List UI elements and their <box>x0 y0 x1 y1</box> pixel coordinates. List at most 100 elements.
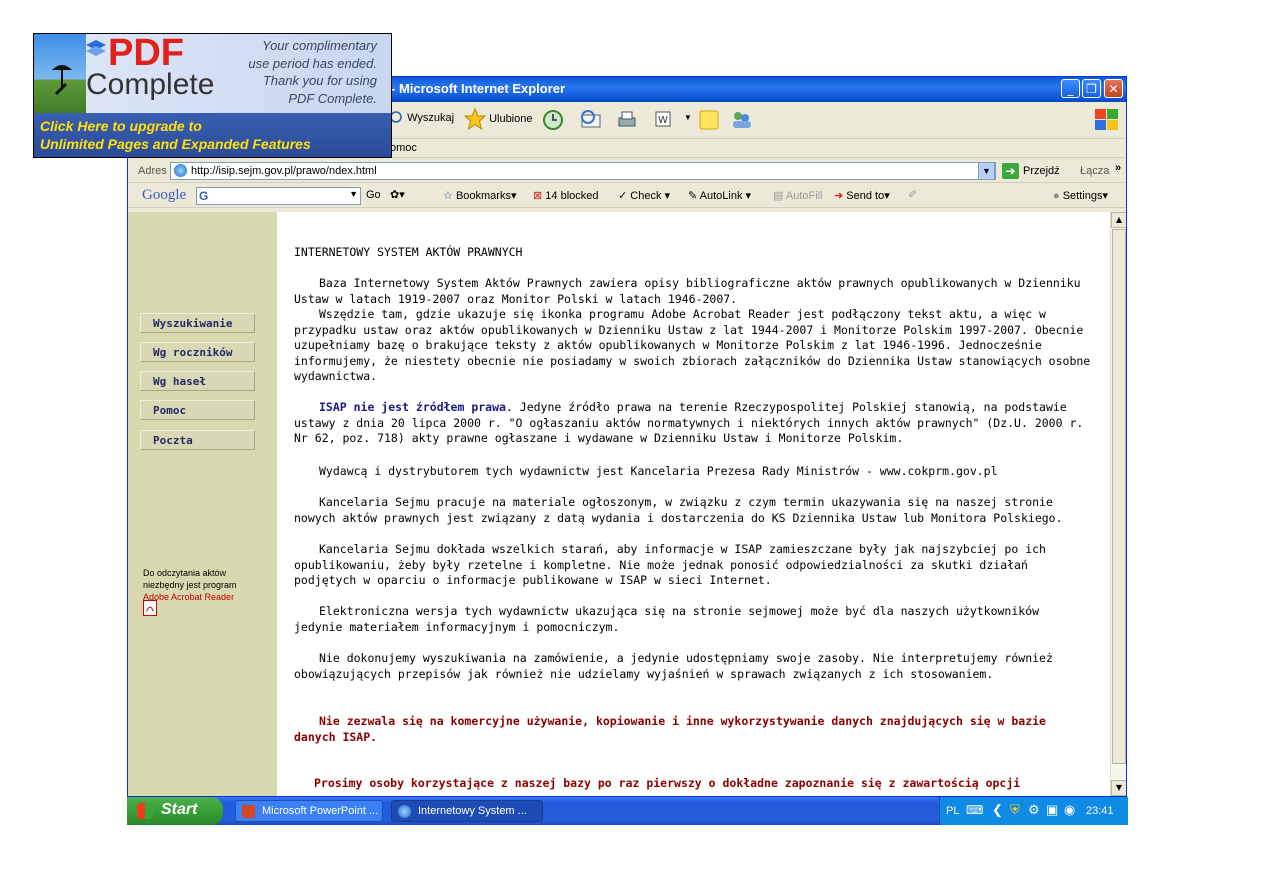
autolink-button[interactable]: ✎ AutoLink ▾ <box>688 189 751 202</box>
sidebar-item-wyszukiwanie[interactable]: Wyszukiwanie <box>140 313 255 333</box>
windows-logo-icon <box>1095 109 1118 130</box>
pdf-complete-banner[interactable]: PDF Complete Your complimentary use peri… <box>33 33 392 158</box>
sidebar-item-wg-hasel[interactable]: Wg haseł <box>140 371 255 391</box>
paragraph-electronic: Elektroniczna wersja tych wydawnictw uka… <box>294 604 1040 634</box>
scroll-thumb[interactable] <box>1112 229 1126 764</box>
spellcheck-icon: ✓ <box>618 190 628 202</box>
autofill-icon: ▤ <box>773 190 784 202</box>
search-toolbar-button[interactable]: Wyszukaj <box>390 111 454 125</box>
security-shield-icon[interactable]: ⛨ <box>1010 802 1020 818</box>
isap-not-law-strong: ISAP nie jest źródłem prawa <box>319 400 506 414</box>
tray-back-chevron-icon[interactable]: ❮ <box>992 802 1003 818</box>
maximize-button[interactable]: ❐ <box>1082 79 1101 98</box>
address-input[interactable]: http://isip.sejm.gov.pl/prawo/ndex.html <box>170 162 996 180</box>
upgrade-line2: Unlimited Pages and Expanded Features <box>40 136 311 152</box>
spellcheck-button[interactable]: ✓ Check ▾ <box>618 189 670 202</box>
upgrade-strip[interactable]: Click Here to upgrade to Unlimited Pages… <box>34 113 391 157</box>
edit-dropdown-arrow-icon[interactable]: ▼ <box>684 113 692 122</box>
links-button[interactable]: Łącza <box>1080 165 1109 177</box>
sendto-button[interactable]: ➜ Send to▾ <box>834 189 890 202</box>
tray-app-icon[interactable]: ▣ <box>1046 802 1058 818</box>
task-powerpoint-label: Microsoft PowerPoint ... <box>262 805 379 817</box>
menu-help[interactable]: omoc <box>390 142 417 154</box>
popup-blocker-icon: ⊠ <box>533 190 543 202</box>
popup-blocker-button[interactable]: ⊠ 14 blocked <box>533 189 599 202</box>
sidebar-item-pomoc[interactable]: Pomoc <box>140 400 255 420</box>
google-search-dropdown-icon[interactable]: ▼ <box>349 189 358 199</box>
clock: 23:41 <box>1086 805 1114 817</box>
start-button[interactable]: Start <box>127 797 223 825</box>
search-toolbar-label: Wyszukaj <box>407 111 455 124</box>
system-tray: PL ⌨ ❮ ⛨ ⚙ ▣ ◉ 23:41 <box>939 797 1128 825</box>
paragraph-acrobat: Wszędzie tam, gdzie ukazuje się ikonka p… <box>294 307 1091 383</box>
autofill-label: AutoFill <box>785 190 823 202</box>
favorites-star-icon <box>464 108 486 130</box>
favorites-toolbar-label: Ulubione <box>489 112 533 125</box>
scroll-down-arrow-icon[interactable]: ▼ <box>1111 780 1126 796</box>
banner-message-line4: PDF Complete. <box>288 90 377 106</box>
favorites-toolbar-button[interactable]: Ulubione <box>464 108 532 130</box>
bookmarks-button[interactable]: ☆ Bookmarks▾ <box>443 189 517 202</box>
autofill-button[interactable]: ▤ AutoFill <box>773 189 823 202</box>
history-icon[interactable] <box>542 109 564 131</box>
sidebar-item-poczta[interactable]: Poczta <box>140 430 255 450</box>
search-icon <box>390 111 402 123</box>
mail-icon[interactable] <box>580 109 604 131</box>
discuss-note-icon[interactable] <box>698 109 720 131</box>
go-button[interactable]: Przejdź <box>1023 165 1060 177</box>
acrobat-reader-link[interactable]: Adobe Acrobat Reader <box>143 591 273 603</box>
upgrade-link[interactable]: Click Here to upgrade to Unlimited Pages… <box>40 117 311 153</box>
start-label: Start <box>161 801 198 818</box>
scroll-up-arrow-icon[interactable]: ▲ <box>1111 212 1126 228</box>
keyboard-icon[interactable]: ⌨ <box>966 803 983 817</box>
google-search-input[interactable]: G ▼ <box>196 187 361 205</box>
paragraph-no-commercial: Nie zezwala się na komercyjne używanie, … <box>294 714 1046 744</box>
go-arrow-icon[interactable]: ➔ <box>1002 163 1019 179</box>
google-logo[interactable]: Google <box>142 187 186 204</box>
check-label: Check <box>630 190 662 202</box>
print-icon[interactable] <box>616 109 638 131</box>
links-overflow-chevron-icon[interactable]: » <box>1115 162 1121 174</box>
sidebar-item-wg-rocznikow[interactable]: Wg roczników <box>140 342 255 362</box>
address-bar: Adres http://isip.sejm.gov.pl/prawo/ndex… <box>128 160 1126 183</box>
paragraph-timing: Kancelaria Sejmu pracuje na materiale og… <box>294 495 1063 525</box>
task-ie-label: Internetowy System ... <box>418 805 527 817</box>
google-go-button[interactable]: Go <box>366 189 381 201</box>
page-heading: INTERNETOWY SYSTEM AKTÓW PRAWNYCH <box>294 245 523 259</box>
task-ie[interactable]: Internetowy System ... <box>391 800 543 822</box>
highlighter-icon[interactable]: ✐ <box>908 188 917 201</box>
paragraph-no-search: Nie dokonujemy wyszukiwania na zamówieni… <box>294 651 1053 681</box>
language-indicator[interactable]: PL <box>946 805 959 817</box>
paragraph-isap-source: ISAP nie jest źródłem prawa. Jedyne źród… <box>294 400 1084 445</box>
help-tray-icon[interactable]: ◉ <box>1064 802 1075 818</box>
acrobat-note: Do odczytania aktów niezbędny jest progr… <box>143 567 273 603</box>
settings-button[interactable]: ● Settings▾ <box>1053 189 1108 202</box>
banner-photo <box>34 34 86 116</box>
messenger-icon[interactable] <box>730 109 754 131</box>
umbrella-figure-icon <box>52 65 72 96</box>
network-icon[interactable]: ⚙ <box>1028 802 1040 818</box>
banner-message-line1: Your complimentary <box>262 38 377 53</box>
pdf-stack-logo-icon <box>86 40 106 56</box>
ie-task-icon <box>398 805 411 818</box>
minimize-button[interactable]: _ <box>1061 79 1080 98</box>
paragraph-publisher: Wydawcą i dystrybutorem tych wydawnictw … <box>319 464 998 478</box>
paragraph-first-time: Prosimy osoby korzystające z naszej bazy… <box>314 776 1021 790</box>
acrobat-note-line2: niezbędny jest program <box>143 580 237 590</box>
task-powerpoint[interactable]: Microsoft PowerPoint ... <box>235 800 383 822</box>
window-title: - Microsoft Internet Explorer <box>391 81 566 96</box>
vertical-scrollbar[interactable]: ▲ ▼ <box>1110 212 1126 796</box>
left-sidebar: Wyszukiwanie Wg roczników Wg haseł Pomoc… <box>128 212 277 796</box>
google-options-icon[interactable]: ✿▾ <box>390 188 405 201</box>
close-button[interactable]: ✕ <box>1104 79 1123 98</box>
address-url: http://isip.sejm.gov.pl/prawo/ndex.html <box>191 165 377 177</box>
pdf-icon[interactable] <box>143 600 157 616</box>
edit-icon[interactable]: W <box>654 110 672 128</box>
settings-label: Settings <box>1062 190 1103 202</box>
paragraph-liability: Kancelaria Sejmu dokłada wszelkich stara… <box>294 542 1046 587</box>
google-g-icon: G <box>199 189 209 203</box>
address-dropdown-chevron-down-icon[interactable]: ▼ <box>978 162 995 180</box>
paragraph-intro: Baza Internetowy System Aktów Prawnych z… <box>294 276 1081 306</box>
powerpoint-icon <box>242 805 255 818</box>
autolink-wand-icon: ✎ <box>688 190 698 202</box>
